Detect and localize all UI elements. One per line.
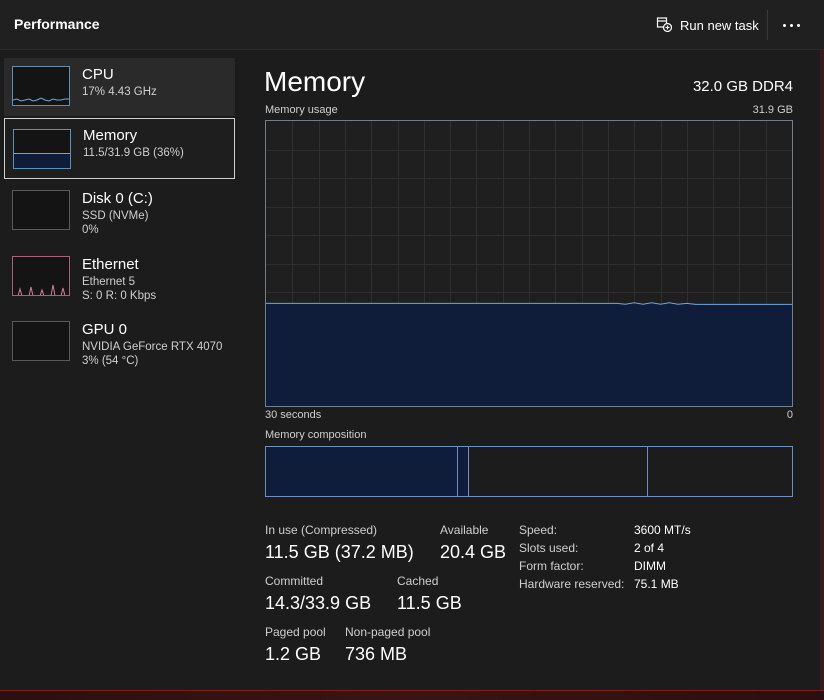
hardware-reserved-value: 75.1 MB <box>634 577 679 591</box>
composition-divider <box>468 447 469 496</box>
memory-type: 32.0 GB DDR4 <box>692 78 793 95</box>
run-task-label: Run new task <box>680 17 759 33</box>
sidebar-item-ethernet[interactable]: Ethernet Ethernet 5 S: 0 R: 0 Kbps <box>4 248 235 306</box>
sidebar-item-detail: 3% (54 °C) <box>82 355 139 367</box>
memory-title: Memory <box>264 66 366 97</box>
available-label: Available <box>440 523 489 537</box>
form-factor-value: DIMM <box>634 559 666 573</box>
sidebar-item-gpu[interactable]: GPU 0 NVIDIA GeForce RTX 4070 3% (54 °C) <box>4 313 235 371</box>
window-edge <box>820 50 824 699</box>
non-paged-pool-value: 736 MB <box>345 644 408 664</box>
sidebar-item-detail: SSD (NVMe) <box>82 210 149 222</box>
committed-value: 14.3/33.9 GB <box>265 593 372 613</box>
sidebar-item-label: Memory <box>83 127 138 144</box>
sidebar-item-label: Disk 0 (C:) <box>82 190 153 207</box>
composition-divider <box>647 447 648 496</box>
speed-label: Speed: <box>519 523 558 537</box>
form-factor-label: Form factor: <box>519 559 584 573</box>
sidebar-item-cpu[interactable]: CPU 17% 4.43 GHz <box>4 58 235 116</box>
hardware-reserved-label: Hardware reserved: <box>519 577 625 591</box>
memory-thumbnail-graph <box>13 129 71 169</box>
disk-thumbnail-graph <box>12 190 70 230</box>
non-paged-pool-label: Non-paged pool <box>345 625 431 639</box>
gpu-thumbnail-graph <box>12 321 70 361</box>
more-options-icon[interactable] <box>777 12 805 38</box>
memory-usage-max: 31.9 GB <box>752 104 793 116</box>
speed-value: 3600 MT/s <box>634 523 691 537</box>
sidebar-item-disk[interactable]: Disk 0 (C:) SSD (NVMe) 0% <box>4 182 235 240</box>
page-title: Performance <box>14 16 100 32</box>
paged-pool-value: 1.2 GB <box>265 644 322 664</box>
header-divider <box>767 10 768 40</box>
sidebar-item-label: GPU 0 <box>82 321 128 338</box>
sidebar-item-memory[interactable]: Memory 11.5/31.9 GB (36%) <box>4 118 235 179</box>
time-span-label: 30 seconds <box>265 409 322 421</box>
slots-used-label: Slots used: <box>519 541 579 555</box>
run-new-task-button[interactable]: Run new task <box>656 14 759 36</box>
memory-usage-label: Memory usage <box>265 104 338 116</box>
in-use-value: 11.5 GB (37.2 MB) <box>265 542 414 562</box>
sidebar-item-label: Ethernet <box>82 256 139 273</box>
sidebar-item-detail: 11.5/31.9 GB (36%) <box>83 147 184 159</box>
cpu-thumbnail-graph <box>12 66 70 106</box>
cached-value: 11.5 GB <box>397 593 462 613</box>
slots-used-value: 2 of 4 <box>634 541 665 555</box>
memory-composition-bar <box>265 446 793 497</box>
ethernet-thumbnail-graph <box>12 256 70 296</box>
sidebar-item-detail: Ethernet 5 <box>82 276 136 288</box>
available-value: 20.4 GB <box>440 542 507 562</box>
sidebar-item-label: CPU <box>82 66 114 83</box>
composition-in-use <box>266 447 457 496</box>
run-task-icon <box>656 16 673 35</box>
sidebar-item-detail: S: 0 R: 0 Kbps <box>82 290 157 302</box>
paged-pool-label: Paged pool <box>265 625 326 639</box>
memory-usage-svg <box>266 121 792 406</box>
memory-usage-graph <box>265 120 793 407</box>
sidebar-item-detail: 0% <box>82 224 99 236</box>
committed-label: Committed <box>265 574 324 588</box>
cached-label: Cached <box>397 574 439 588</box>
sidebar-item-detail: NVIDIA GeForce RTX 4070 <box>82 341 223 353</box>
in-use-label: In use (Compressed) <box>265 523 378 537</box>
time-end-label: 0 <box>786 409 793 421</box>
composition-modified <box>458 447 468 496</box>
memory-composition-label: Memory composition <box>265 429 367 441</box>
sidebar: CPU 17% 4.43 GHz Memory 11.5/31.9 GB (36… <box>0 50 240 699</box>
memory-usage-area <box>266 302 792 406</box>
sidebar-item-detail: 17% 4.43 GHz <box>82 86 157 98</box>
